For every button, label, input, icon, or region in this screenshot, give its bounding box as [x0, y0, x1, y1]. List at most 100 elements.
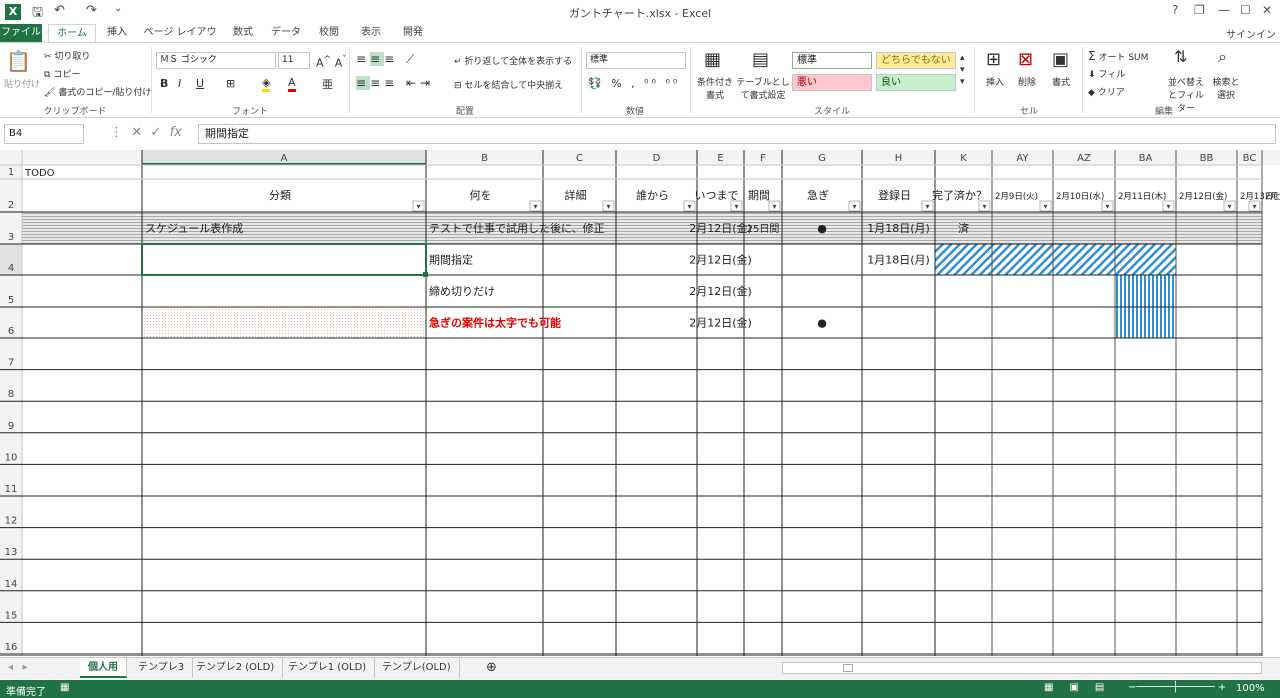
format-painter-button[interactable]: 🖌 書式のコピー/貼り付け	[44, 85, 151, 98]
clear-button[interactable]: ◆ クリア	[1088, 85, 1125, 98]
font-grow-icon[interactable]: A^ Aˇ	[316, 54, 347, 70]
styles-scroll-icon[interactable]: ▴ ▾ ▾	[960, 52, 965, 88]
header-a: 分類	[269, 189, 291, 202]
copy-button[interactable]: ⧉ コピー	[44, 67, 80, 80]
scroll-thumb[interactable]	[843, 664, 853, 672]
horizontal-align-icons[interactable]: ≡≡≡ ⇤⇥	[356, 76, 434, 90]
underline-button[interactable]: U	[196, 77, 204, 90]
delete-cells-icon[interactable]: ⊠	[1018, 49, 1033, 70]
maximize-button[interactable]: ☐	[1240, 3, 1251, 17]
fill-label: フィル	[1098, 70, 1126, 80]
signin-link[interactable]: サインイン	[1226, 26, 1276, 41]
sheet-tab-personal[interactable]: 個人用	[80, 658, 127, 678]
merge-icon: ⊟	[454, 81, 462, 91]
sheet-tab-template-old[interactable]: テンプレ(OLD)	[374, 658, 460, 678]
cell-b4: 期間指定	[429, 253, 473, 267]
sheet-nav-arrows[interactable]: ◂ ▸	[0, 658, 80, 678]
style-normal[interactable]: 標準	[792, 52, 872, 69]
font-name-select[interactable]: ＭＳ ゴシック	[156, 52, 276, 69]
format-cells-icon[interactable]: ▣	[1052, 49, 1069, 70]
help-button[interactable]: ?	[1172, 3, 1178, 17]
fill-color-icon[interactable]: ◈	[262, 76, 271, 92]
copy-label: コピー	[53, 70, 81, 80]
tab-view[interactable]: 表示	[354, 24, 388, 42]
insert-cells-button[interactable]: 挿入	[986, 75, 1004, 88]
clear-label: クリア	[1097, 88, 1125, 98]
format-as-table-button[interactable]: テーブルとして書式設定	[736, 75, 790, 101]
zoom-level[interactable]: 100%	[1236, 683, 1265, 694]
tab-home[interactable]: ホーム	[48, 24, 96, 43]
row-header-15: 15	[5, 610, 18, 621]
conditional-format-button[interactable]: 条件付き書式	[694, 75, 736, 101]
macro-record-icon[interactable]: ▦	[60, 682, 69, 693]
number-format-icons[interactable]: 💱 % , ⁰⁰ ⁰⁰	[588, 77, 680, 90]
number-format-select[interactable]: 標準	[586, 52, 686, 69]
bold-button[interactable]: B	[160, 77, 168, 90]
scissors-icon: ✂	[44, 52, 52, 62]
row-header-7: 7	[8, 358, 14, 369]
sort-filter-icon[interactable]: ⇅	[1174, 47, 1187, 66]
vertical-align-icons[interactable]: ≡≡≡ ⟋	[356, 52, 418, 67]
style-neutral[interactable]: どちらでもない	[876, 52, 956, 69]
tab-data[interactable]: データ	[268, 24, 304, 42]
sheet-tab-template3[interactable]: テンプレ3	[130, 658, 194, 678]
add-sheet-icon[interactable]: ⊕	[478, 658, 505, 678]
header-ba: 2月11日(木)	[1118, 191, 1166, 202]
filter-dropdown-icon: ▾	[1166, 202, 1170, 211]
header-az: 2月10日(水)	[1056, 191, 1104, 202]
tab-review[interactable]: 校閲	[312, 24, 346, 42]
row-header-3: 3	[8, 232, 14, 243]
format-table-icon[interactable]: ▤	[752, 49, 769, 70]
fill-button[interactable]: ⬇ フィル	[1088, 67, 1125, 80]
name-box[interactable]: B4	[4, 124, 84, 144]
phonetic-icon[interactable]: 亜	[322, 76, 333, 92]
filter-dropdown-icon: ▾	[687, 202, 691, 211]
wrap-icon: ↵	[454, 57, 462, 67]
tab-page-layout[interactable]: ページ レイアウト	[142, 24, 218, 56]
binoculars-icon[interactable]: ⌕	[1218, 47, 1227, 67]
font-size-select[interactable]: 11	[278, 52, 310, 69]
ribbon-display-icon[interactable]: ❐	[1194, 3, 1205, 17]
tab-insert[interactable]: 挿入	[102, 24, 132, 42]
cell-a3: スケジュール表作成	[145, 221, 243, 235]
minimize-button[interactable]: —	[1218, 3, 1230, 17]
find-select-button[interactable]: 検索と選択	[1210, 75, 1242, 101]
wrap-text-button[interactable]: ↵ 折り返して全体を表示する	[454, 54, 572, 67]
sheet-tab-template2[interactable]: テンプレ2 (OLD)	[188, 658, 284, 678]
active-cell-outline	[141, 243, 427, 276]
cut-button[interactable]: ✂ 切り取り	[44, 49, 90, 62]
zoom-slider[interactable]: −──────┼────── +	[1128, 682, 1226, 693]
filter-dropdown-icon: ▾	[772, 202, 776, 211]
merge-center-button[interactable]: ⊟ セルを結合して中央揃え	[454, 78, 563, 91]
clipboard-group-label: クリップボード	[43, 107, 107, 117]
gantt-bar-period	[935, 244, 1176, 275]
urgent-cell-fill	[142, 307, 426, 338]
close-button[interactable]: ✕	[1262, 3, 1272, 17]
column-header-ay: AY	[1016, 153, 1029, 164]
formula-input[interactable]: 期間指定	[198, 124, 1276, 144]
paste-button[interactable]: 貼り付け	[4, 77, 40, 90]
autosum-button[interactable]: Σ オート SUM	[1088, 49, 1148, 63]
border-icon[interactable]: ⊞	[226, 77, 235, 90]
conditional-format-icon[interactable]: ▦	[704, 49, 721, 70]
font-color-icon[interactable]: A	[288, 76, 296, 92]
fill-handle[interactable]	[423, 272, 428, 277]
italic-button[interactable]: I	[178, 77, 181, 90]
delete-cells-button[interactable]: 削除	[1018, 75, 1036, 88]
view-mode-icons[interactable]: ▦▣▤	[1044, 682, 1120, 693]
style-bad[interactable]: 悪い	[792, 74, 872, 91]
tab-formulas[interactable]: 数式	[226, 24, 260, 42]
cell-h4: 1月18日(月)	[867, 254, 930, 267]
format-cells-button[interactable]: 書式	[1052, 75, 1070, 88]
horizontal-scrollbar[interactable]	[782, 662, 1262, 674]
insert-cells-icon[interactable]: ⊞	[986, 49, 1001, 70]
spreadsheet-grid[interactable]: A B C D E F G H K AY AZ BA BB BC 1 2 3 4 5 6 7 8 9 10 11 12 13 14 15…	[0, 150, 1280, 656]
tab-developer[interactable]: 開発	[396, 24, 430, 42]
eraser-icon: ◆	[1088, 88, 1095, 98]
paste-icon[interactable]: 📋	[6, 49, 31, 73]
tab-file[interactable]: ファイル	[0, 24, 42, 42]
fx-icon[interactable]: fx	[170, 125, 182, 140]
row-header-14: 14	[5, 579, 18, 590]
style-good[interactable]: 良い	[876, 74, 956, 91]
sheet-tab-template1[interactable]: テンプレ1 (OLD)	[280, 658, 376, 678]
